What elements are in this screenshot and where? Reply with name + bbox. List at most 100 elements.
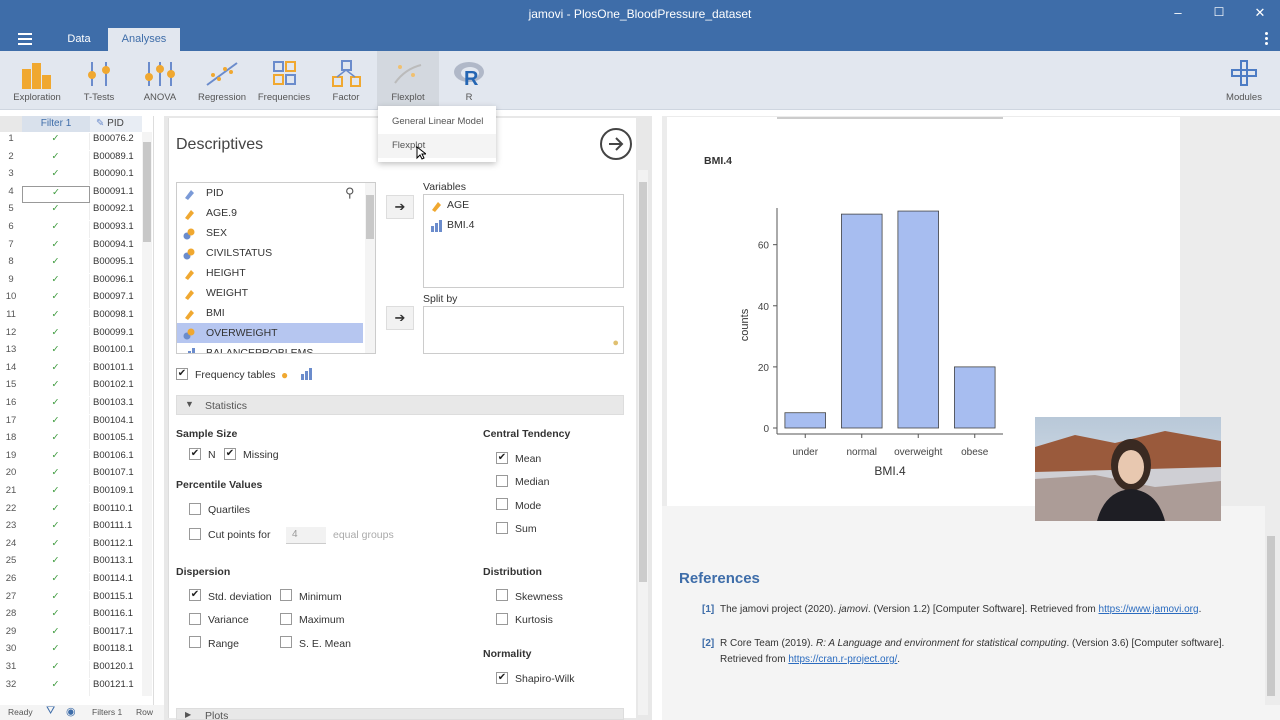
- table-row[interactable]: 10 ✓ B00097.1: [0, 291, 142, 309]
- table-row[interactable]: 18 ✓ B00105.1: [0, 432, 142, 450]
- table-row[interactable]: 23 ✓ B00111.1: [0, 520, 142, 538]
- filter-cell[interactable]: ✓: [22, 608, 90, 626]
- pid-cell[interactable]: B00100.1: [93, 344, 134, 355]
- pid-cell[interactable]: B00094.1: [93, 239, 134, 250]
- table-row[interactable]: 6 ✓ B00093.1: [0, 221, 142, 239]
- cran-link[interactable]: https://cran.r-project.org/: [788, 654, 897, 665]
- minimize-icon[interactable]: –: [1168, 5, 1188, 20]
- move-to-splitby-button[interactable]: ➔: [386, 306, 414, 330]
- frequencies-button[interactable]: Frequencies: [253, 51, 315, 110]
- table-row[interactable]: 4 ✓ B00091.1: [0, 185, 142, 204]
- source-list-scrollbar[interactable]: [365, 183, 375, 353]
- filter-cell[interactable]: ✓: [22, 344, 90, 362]
- pid-cell[interactable]: B00116.1: [93, 608, 133, 619]
- r-button[interactable]: R R: [438, 51, 500, 110]
- pid-cell[interactable]: B00089.1: [93, 151, 134, 162]
- pid-cell[interactable]: B00090.1: [93, 168, 134, 179]
- pid-cell[interactable]: B00095.1: [93, 256, 134, 267]
- close-icon[interactable]: ✕: [1250, 5, 1270, 21]
- table-row[interactable]: 27 ✓ B00115.1: [0, 590, 142, 609]
- filter-cell[interactable]: ✓: [22, 291, 90, 309]
- pid-cell[interactable]: B00120.1: [93, 661, 134, 672]
- pid-cell[interactable]: B00103.1: [93, 397, 134, 408]
- pid-cell[interactable]: B00102.1: [93, 379, 134, 390]
- jamovi-link[interactable]: https://www.jamovi.org: [1099, 604, 1199, 615]
- table-row[interactable]: 17 ✓ B00104.1: [0, 414, 142, 433]
- pid-cell[interactable]: B00106.1: [93, 450, 134, 461]
- filter-icon[interactable]: ⛛: [46, 705, 55, 718]
- pid-cell[interactable]: B00104.1: [93, 415, 134, 426]
- table-row[interactable]: 22 ✓ B00110.1: [0, 502, 142, 521]
- filter-cell[interactable]: ✓: [22, 678, 90, 696]
- pid-cell[interactable]: B00113.1: [93, 555, 133, 566]
- mode-checkbox[interactable]: [496, 498, 508, 510]
- pid-cell[interactable]: B00112.1: [93, 538, 133, 549]
- filter-cell[interactable]: ✓: [22, 432, 90, 450]
- hamburger-menu-icon[interactable]: [18, 33, 32, 45]
- close-panel-button[interactable]: [600, 128, 632, 160]
- pid-cell[interactable]: B00110.1: [93, 503, 133, 514]
- table-row[interactable]: 21 ✓ B00109.1: [0, 485, 142, 503]
- pid-cell[interactable]: B00099.1: [93, 327, 134, 338]
- table-row[interactable]: 3 ✓ B00090.1: [0, 168, 142, 186]
- pid-cell[interactable]: B00109.1: [93, 485, 134, 496]
- table-row[interactable]: 7 ✓ B00094.1: [0, 238, 142, 257]
- table-row[interactable]: 2 ✓ B00089.1: [0, 150, 142, 169]
- filter-cell[interactable]: ✓: [22, 449, 90, 467]
- pid-cell[interactable]: B00097.1: [93, 291, 134, 302]
- cut-points-input[interactable]: 4: [286, 527, 326, 544]
- pid-cell[interactable]: B00096.1: [93, 274, 134, 285]
- filter-cell[interactable]: ✓: [22, 590, 90, 608]
- table-row[interactable]: 12 ✓ B00099.1: [0, 326, 142, 345]
- frequency-tables-checkbox[interactable]: ✔: [176, 368, 188, 380]
- table-row[interactable]: 26 ✓ B00114.1: [0, 573, 142, 591]
- t-tests-button[interactable]: T-Tests: [68, 51, 130, 110]
- table-row[interactable]: 8 ✓ B00095.1: [0, 256, 142, 274]
- minimum-checkbox[interactable]: [280, 589, 292, 601]
- source-variable-item[interactable]: AGE.9: [177, 203, 363, 223]
- modules-button[interactable]: Modules: [1213, 51, 1275, 110]
- tab-data[interactable]: Data: [58, 28, 100, 51]
- filter-cell[interactable]: ✓: [22, 326, 90, 344]
- std-deviation-checkbox[interactable]: ✔: [189, 589, 201, 601]
- source-variable-item[interactable]: BALANCEPROBLEMS: [177, 343, 363, 353]
- pid-cell[interactable]: B00091.1: [93, 186, 134, 197]
- median-checkbox[interactable]: [496, 475, 508, 487]
- filter-cell[interactable]: ✓: [22, 537, 90, 555]
- pid-cell[interactable]: B00092.1: [93, 203, 134, 214]
- pid-cell[interactable]: B00107.1: [93, 467, 134, 478]
- mean-checkbox[interactable]: ✔: [496, 452, 508, 464]
- filter-cell[interactable]: ✓: [22, 309, 90, 326]
- statistics-section-header[interactable]: ▼ Statistics: [176, 395, 624, 415]
- exploration-button[interactable]: Exploration: [6, 51, 68, 110]
- factor-button[interactable]: Factor: [315, 51, 377, 110]
- options-scrollbar[interactable]: [638, 170, 648, 715]
- table-row[interactable]: 20 ✓ B00107.1: [0, 467, 142, 485]
- filter-cell[interactable]: ✓: [22, 397, 90, 414]
- pid-cell[interactable]: B00115.1: [93, 591, 133, 602]
- filter-cell[interactable]: ✓: [22, 273, 90, 291]
- shapiro-wilk-checkbox[interactable]: ✔: [496, 672, 508, 684]
- splitby-list[interactable]: ●: [423, 306, 624, 354]
- pid-cell[interactable]: B00118.1: [93, 643, 133, 654]
- variable-item-bmi4[interactable]: BMI.4: [430, 215, 474, 235]
- source-variable-item[interactable]: SEX: [177, 223, 363, 243]
- data-grid-scrollbar[interactable]: [142, 132, 152, 696]
- tab-analyses[interactable]: Analyses: [108, 28, 180, 51]
- source-variable-item[interactable]: OVERWEIGHT: [177, 323, 363, 343]
- filter-cell[interactable]: ✓: [22, 185, 90, 203]
- pid-cell[interactable]: B00093.1: [93, 221, 134, 232]
- source-variable-item[interactable]: WEIGHT: [177, 283, 363, 303]
- table-row[interactable]: 16 ✓ B00103.1: [0, 397, 142, 415]
- filter-cell[interactable]: ✓: [22, 361, 90, 379]
- kurtosis-checkbox[interactable]: [496, 613, 508, 625]
- table-row[interactable]: 19 ✓ B00106.1: [0, 449, 142, 468]
- missing-checkbox[interactable]: ✔: [224, 448, 236, 460]
- source-variable-item[interactable]: HEIGHT: [177, 263, 363, 283]
- column-header-pid[interactable]: ✎ PID: [90, 116, 142, 132]
- table-row[interactable]: 24 ✓ B00112.1: [0, 537, 142, 556]
- table-row[interactable]: 13 ✓ B00100.1: [0, 344, 142, 362]
- maximum-checkbox[interactable]: [280, 613, 292, 625]
- menu-item-general-linear-model[interactable]: General Linear Model: [378, 110, 496, 134]
- filter-cell[interactable]: ✓: [22, 625, 90, 643]
